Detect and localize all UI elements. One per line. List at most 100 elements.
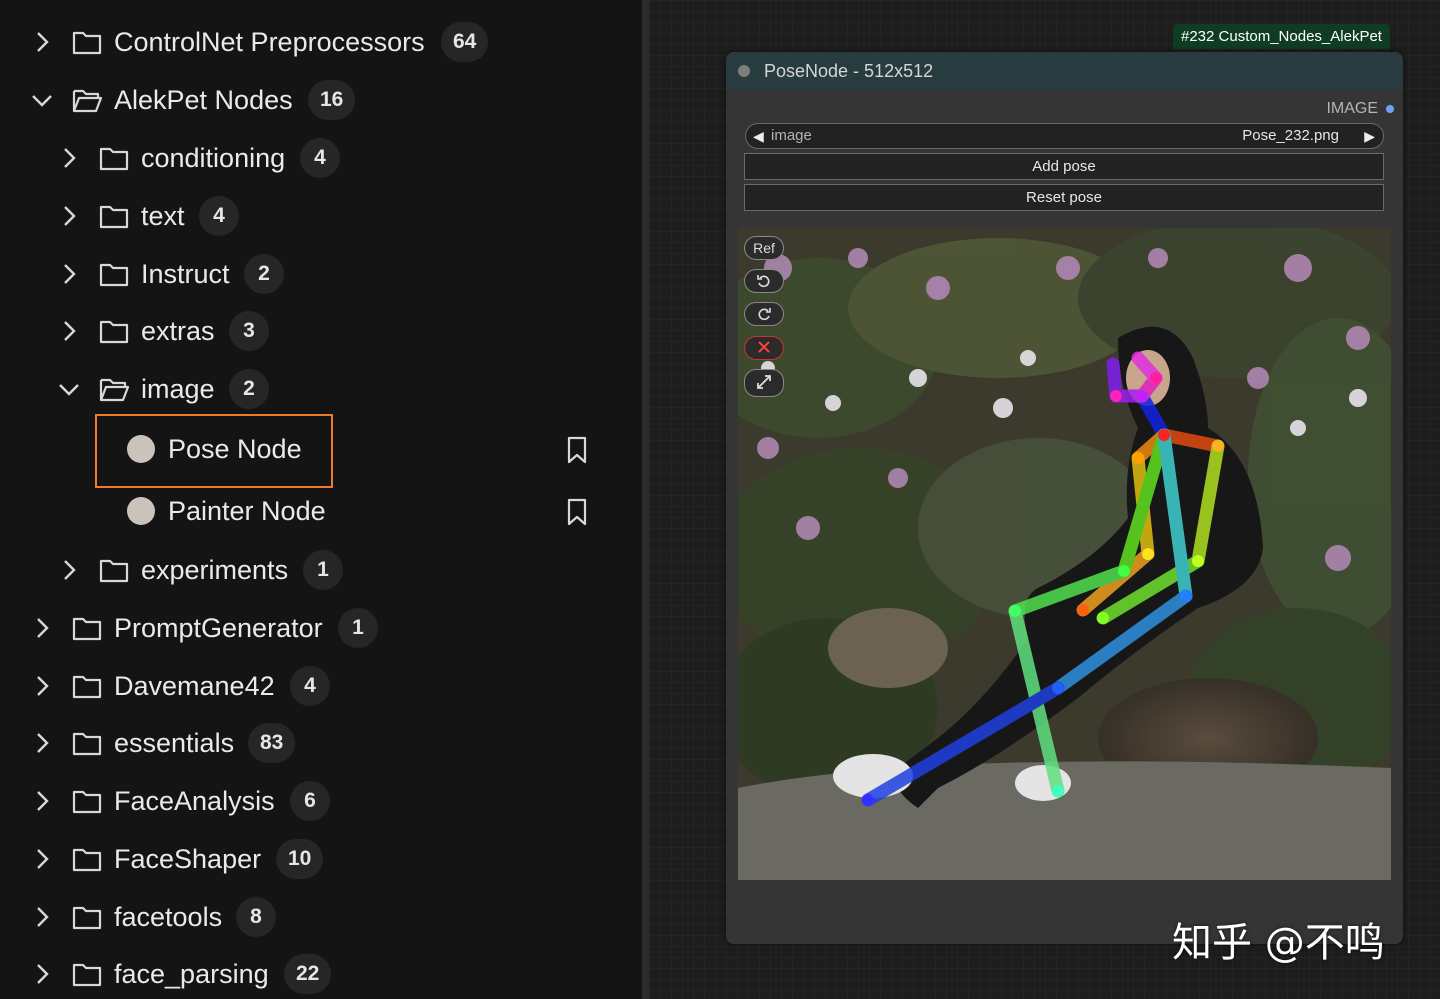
tree-label: Instruct <box>141 259 230 289</box>
folder-icon <box>72 788 102 814</box>
tree-folder-instruct[interactable]: Instruct 2 <box>0 249 642 299</box>
tree-folder-conditioning[interactable]: conditioning 4 <box>0 133 642 183</box>
tree-label: experiments <box>141 555 289 585</box>
tree-label: Painter Node <box>168 496 326 526</box>
node-dot-icon <box>127 497 155 525</box>
chevron-down-icon[interactable] <box>30 88 54 112</box>
node-id-badge: #232 Custom_Nodes_AlekPet <box>1173 24 1390 49</box>
undo-icon <box>757 275 770 288</box>
folder-icon <box>72 730 102 756</box>
folder-icon <box>99 261 129 287</box>
node-dot-icon <box>127 435 155 463</box>
output-slot-icon[interactable] <box>1385 104 1395 114</box>
arrow-right-icon[interactable]: ▶ <box>1364 124 1375 148</box>
tree-folder-facetools[interactable]: facetools 8 <box>0 892 642 942</box>
ref-button[interactable]: Ref <box>744 236 784 260</box>
count-badge: 6 <box>290 781 330 821</box>
chevron-right-icon[interactable] <box>30 905 54 929</box>
chevron-right-icon[interactable] <box>57 204 81 228</box>
collapse-dot-icon[interactable] <box>738 65 750 77</box>
count-badge: 4 <box>290 666 330 706</box>
tree-folder-controlnet-preprocessors[interactable]: ControlNet Preprocessors 64 <box>0 17 642 67</box>
pose-photo-illustration <box>738 228 1391 880</box>
chevron-right-icon[interactable] <box>30 616 54 640</box>
folder-icon <box>72 904 102 930</box>
folder-icon <box>72 961 102 987</box>
folder-icon <box>72 846 102 872</box>
tree-label: facetools <box>114 902 223 932</box>
chevron-right-icon[interactable] <box>30 731 54 755</box>
count-badge: 10 <box>276 839 324 879</box>
folder-open-icon <box>72 87 102 113</box>
tree-label: Pose Node <box>168 434 302 464</box>
count-badge: 16 <box>308 80 356 120</box>
chevron-right-icon[interactable] <box>30 674 54 698</box>
combo-name: image <box>771 127 812 144</box>
count-badge: 1 <box>338 608 378 648</box>
tree-label: conditioning <box>141 143 286 173</box>
expand-icon <box>757 375 771 389</box>
tree-folder-text[interactable]: text 4 <box>0 191 642 241</box>
count-badge: 4 <box>300 138 340 178</box>
folder-icon <box>99 557 129 583</box>
tree-folder-faceanalysis[interactable]: FaceAnalysis 6 <box>0 776 642 826</box>
watermark: 知乎 @不鸣 <box>1172 920 1385 966</box>
node-library-tree: ControlNet Preprocessors 64 AlekPet Node… <box>0 0 642 999</box>
reset-pose-button[interactable]: Reset pose <box>744 184 1384 211</box>
folder-icon <box>99 203 129 229</box>
combo-value: Pose_232.png <box>1242 127 1339 144</box>
chevron-right-icon[interactable] <box>30 847 54 871</box>
count-badge: 64 <box>441 22 489 62</box>
tree-label: face_parsing <box>114 959 269 989</box>
tree-node-pose-node[interactable]: Pose Node <box>0 424 642 474</box>
chevron-right-icon[interactable] <box>57 319 81 343</box>
undo-button[interactable] <box>744 269 784 293</box>
tree-folder-image[interactable]: image 2 <box>0 364 642 414</box>
count-badge: 4 <box>199 196 239 236</box>
tree-label: FaceShaper <box>114 844 262 874</box>
folder-open-icon <box>99 376 129 402</box>
pose-node[interactable]: PoseNode - 512x512 IMAGE ◀ image Pose_23… <box>726 52 1403 944</box>
tree-folder-alekpet-nodes[interactable]: AlekPet Nodes 16 <box>0 75 642 125</box>
tree-node-painter-node[interactable]: Painter Node <box>0 486 642 536</box>
tree-folder-promptgenerator[interactable]: PromptGenerator 1 <box>0 603 642 653</box>
node-title-bar[interactable]: PoseNode - 512x512 <box>726 52 1403 90</box>
folder-icon <box>72 29 102 55</box>
image-combo-widget[interactable]: ◀ image Pose_232.png ▶ <box>745 123 1384 149</box>
tree-folder-extras[interactable]: extras 3 <box>0 306 642 356</box>
tree-folder-face-parsing[interactable]: face_parsing 22 <box>0 949 642 999</box>
redo-button[interactable] <box>744 302 784 326</box>
close-icon <box>758 341 770 353</box>
delete-button[interactable] <box>744 336 784 360</box>
folder-icon <box>99 145 129 171</box>
node-title: PoseNode - 512x512 <box>764 61 934 81</box>
tree-label: ControlNet Preprocessors <box>114 27 425 57</box>
chevron-right-icon[interactable] <box>57 146 81 170</box>
chevron-right-icon[interactable] <box>57 262 81 286</box>
tree-label: AlekPet Nodes <box>114 85 293 115</box>
folder-icon <box>99 318 129 344</box>
chevron-right-icon[interactable] <box>30 962 54 986</box>
tree-label: Davemane42 <box>114 671 275 701</box>
tree-folder-faceshaper[interactable]: FaceShaper 10 <box>0 834 642 884</box>
add-pose-button[interactable]: Add pose <box>744 153 1384 180</box>
arrow-left-icon[interactable]: ◀ <box>753 124 764 148</box>
tree-label: image <box>141 374 215 404</box>
chevron-right-icon[interactable] <box>57 558 81 582</box>
bookmark-icon[interactable] <box>566 436 588 464</box>
count-badge: 3 <box>229 311 269 351</box>
bookmark-icon[interactable] <box>566 498 588 526</box>
tree-folder-essentials[interactable]: essentials 83 <box>0 718 642 768</box>
tree-label: essentials <box>114 728 235 758</box>
chevron-down-icon[interactable] <box>57 377 81 401</box>
count-badge: 2 <box>244 254 284 294</box>
tree-folder-experiments[interactable]: experiments 1 <box>0 545 642 595</box>
tree-folder-davemane42[interactable]: Davemane42 4 <box>0 661 642 711</box>
fullscreen-button[interactable] <box>744 369 784 397</box>
chevron-right-icon[interactable] <box>30 789 54 813</box>
pose-canvas-image[interactable] <box>738 228 1391 880</box>
chevron-right-icon[interactable] <box>30 30 54 54</box>
tree-label: extras <box>141 316 215 346</box>
output-label: IMAGE <box>1326 100 1378 117</box>
panel-divider[interactable] <box>642 0 649 999</box>
